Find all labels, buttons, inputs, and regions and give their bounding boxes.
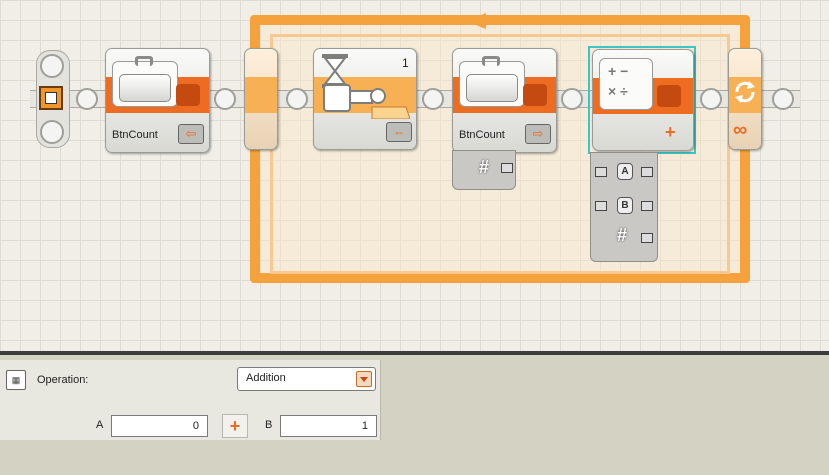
loop-repeat-icon — [735, 81, 755, 103]
beam-connector-node — [772, 88, 794, 110]
data-input-pin[interactable] — [595, 201, 607, 211]
suitcase-icon — [459, 56, 525, 107]
block-color-band — [245, 77, 277, 113]
beam-connector-node — [561, 88, 583, 110]
number-plug-icon[interactable]: # — [479, 157, 489, 178]
calculator-icon: + − × ÷ — [599, 58, 653, 110]
data-output-pin[interactable] — [501, 163, 513, 173]
data-output-pin[interactable] — [641, 167, 653, 177]
start-point-icon[interactable] — [39, 86, 63, 110]
plug-b-icon[interactable]: B — [617, 197, 633, 214]
program-canvas[interactable]: BtnCount ⇦ 1 ⇔ BtnCount ⇨ # + − × ÷ + A … — [0, 0, 829, 351]
read-mode-icon: ⇨ — [525, 124, 551, 144]
sensor-icon — [323, 84, 410, 119]
a-label: A — [96, 419, 104, 431]
beam-connector-node — [286, 88, 308, 110]
start-node-bottom — [40, 120, 64, 144]
block-label: BtnCount — [459, 129, 505, 141]
operation-label: Operation: — [37, 374, 89, 386]
a-input[interactable]: 0 — [111, 415, 208, 437]
data-plug-icon — [176, 84, 200, 106]
chevron-down-icon[interactable] — [356, 371, 372, 387]
data-plug-icon — [523, 84, 547, 106]
variable-block-write[interactable]: BtnCount ⇦ — [105, 48, 210, 153]
infinity-icon: ∞ — [733, 119, 748, 141]
beam-connector-node — [700, 88, 722, 110]
port-number: 1 — [402, 56, 409, 70]
a-value: 0 — [192, 420, 199, 432]
calculator-icon: ▦ — [6, 370, 26, 390]
start-node-top — [40, 54, 64, 78]
loop-start-cap[interactable] — [244, 48, 278, 150]
loop-end-cap[interactable]: ∞ — [728, 48, 762, 150]
data-plug-icon — [657, 85, 681, 107]
data-hub[interactable]: # — [452, 150, 516, 190]
beam-connector-node — [422, 88, 444, 110]
beam-connector-node — [214, 88, 236, 110]
data-output-pin[interactable] — [641, 201, 653, 211]
operation-dropdown[interactable]: Addition — [237, 367, 376, 391]
plus-operator-icon: + — [222, 414, 248, 438]
result-plug-icon[interactable]: # — [617, 225, 627, 246]
sensor-config-icon: ⇔ — [386, 122, 412, 142]
operation-value: Addition — [246, 372, 286, 384]
b-label: B — [265, 419, 273, 431]
b-input[interactable]: 1 — [280, 415, 377, 437]
wait-block[interactable]: 1 ⇔ — [313, 48, 417, 150]
plus-operation-icon: + — [665, 122, 676, 142]
write-mode-icon: ⇦ — [178, 124, 204, 144]
math-data-hub[interactable]: A B # — [590, 152, 658, 262]
suitcase-icon — [112, 56, 178, 107]
data-input-pin[interactable] — [595, 167, 607, 177]
data-output-pin[interactable] — [641, 233, 653, 243]
plug-a-icon[interactable]: A — [617, 163, 633, 180]
math-block[interactable]: + − × ÷ + — [592, 49, 694, 151]
configuration-panel: ▦ Operation: Addition A 0 + B 1 — [0, 355, 829, 475]
block-label: BtnCount — [112, 129, 158, 141]
b-value: 1 — [361, 420, 368, 432]
variable-block-read[interactable]: BtnCount ⇨ — [452, 48, 557, 153]
beam-connector-node — [76, 88, 98, 110]
loop-direction-arrow-icon — [466, 13, 506, 29]
